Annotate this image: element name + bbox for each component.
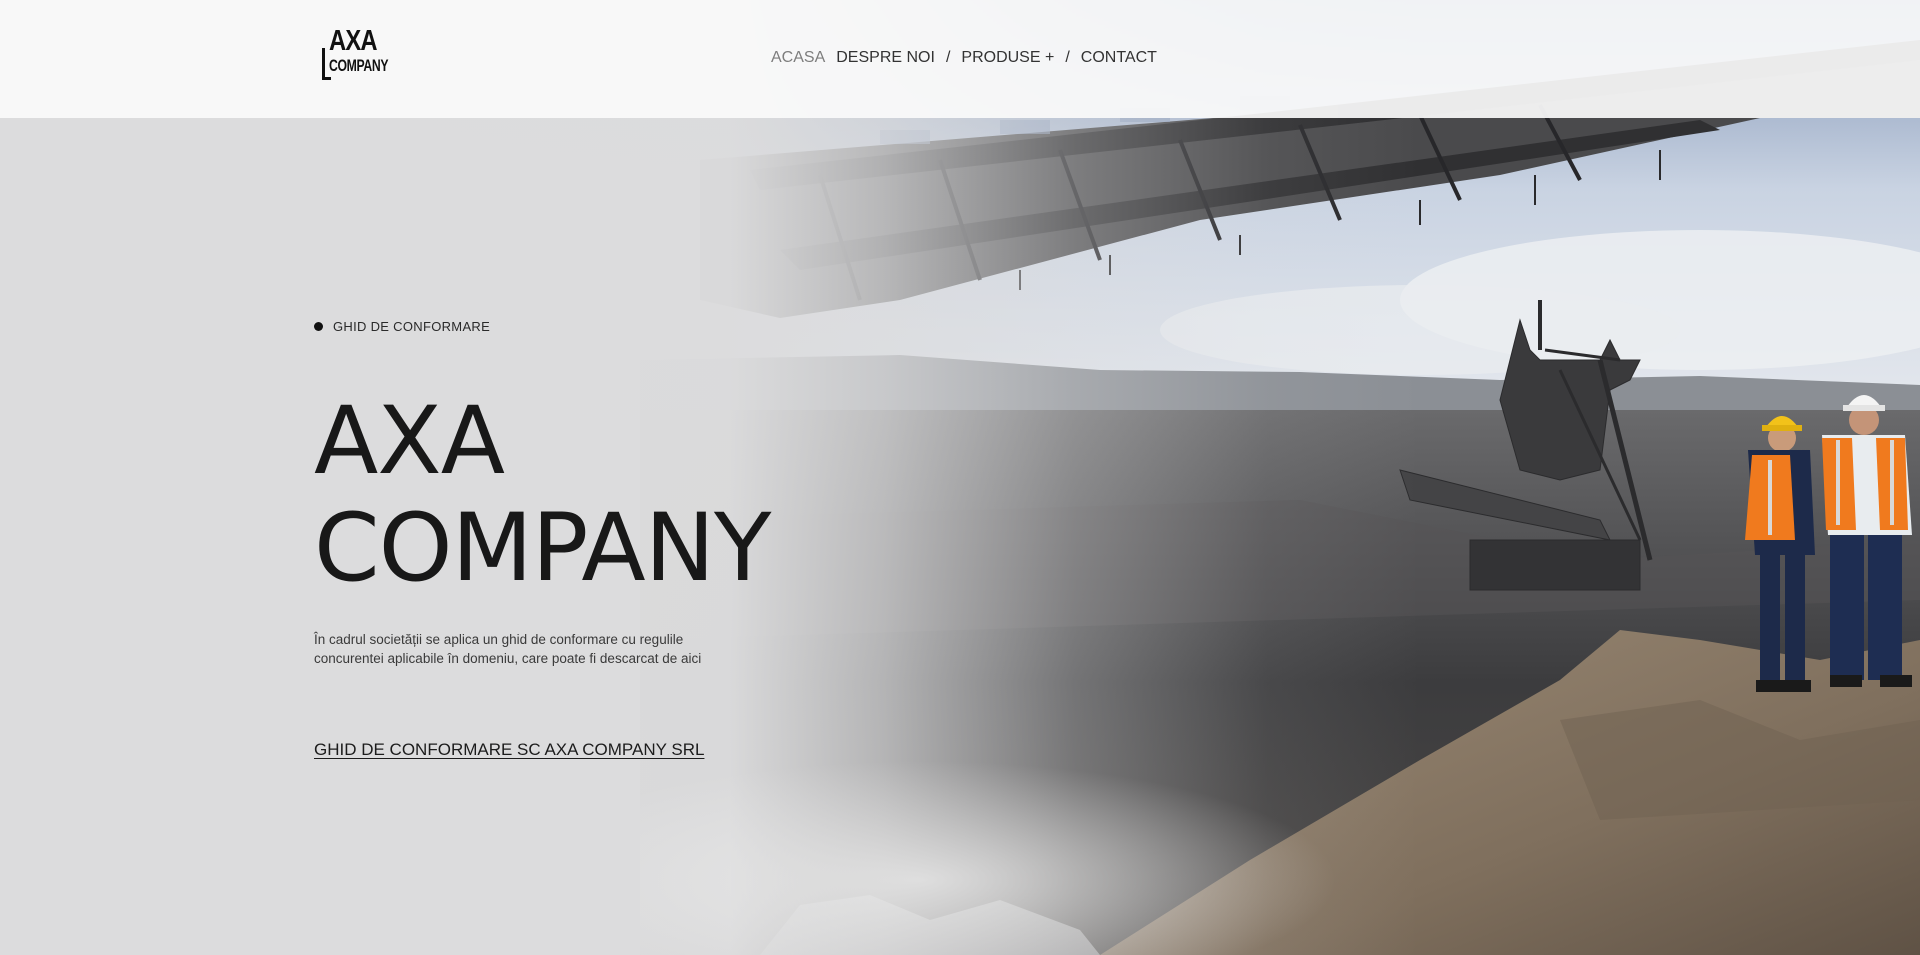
hero-title: AXA COMPANY — [314, 388, 914, 602]
compliance-guide-link[interactable]: GHID DE CONFORMARE SC AXA COMPANY SRL — [314, 740, 704, 760]
hero-mist — [640, 760, 1340, 955]
hero-eyebrow: GHID DE CONFORMARE — [314, 318, 914, 334]
nav-item-contact[interactable]: CONTACT — [1081, 49, 1157, 67]
nav-item-despre-noi[interactable]: DESPRE NOI — [836, 49, 935, 67]
main-nav: ACASA DESPRE NOI / PRODUSE + / CONTACT — [771, 46, 1157, 70]
logo-line2: COMPANY — [329, 56, 389, 75]
hero-eyebrow-label: GHID DE CONFORMARE — [333, 318, 491, 334]
hero-description: În cadrul societății se aplica un ghid d… — [314, 632, 702, 666]
site-header: AXA COMPANY ACASA DESPRE NOI / PRODUSE +… — [0, 0, 1920, 118]
logo-line1: AXA — [329, 25, 378, 57]
page: AXA COMPANY ACASA DESPRE NOI / PRODUSE +… — [0, 0, 1920, 955]
bullet-dot-icon — [314, 321, 323, 331]
nav-item-acasa[interactable]: ACASA — [771, 49, 825, 67]
logo[interactable]: AXA COMPANY — [322, 26, 400, 86]
hero-title-line2: COMPANY — [314, 494, 771, 603]
nav-separator: / — [945, 49, 951, 66]
hero-title-line1: AXA — [314, 387, 505, 496]
nav-item-produse[interactable]: PRODUSE + — [961, 49, 1054, 67]
nav-separator: / — [1065, 49, 1070, 66]
hero-section: GHID DE CONFORMARE AXA COMPANY În cadrul… — [314, 318, 914, 760]
hero-background-image — [0, 0, 1920, 955]
